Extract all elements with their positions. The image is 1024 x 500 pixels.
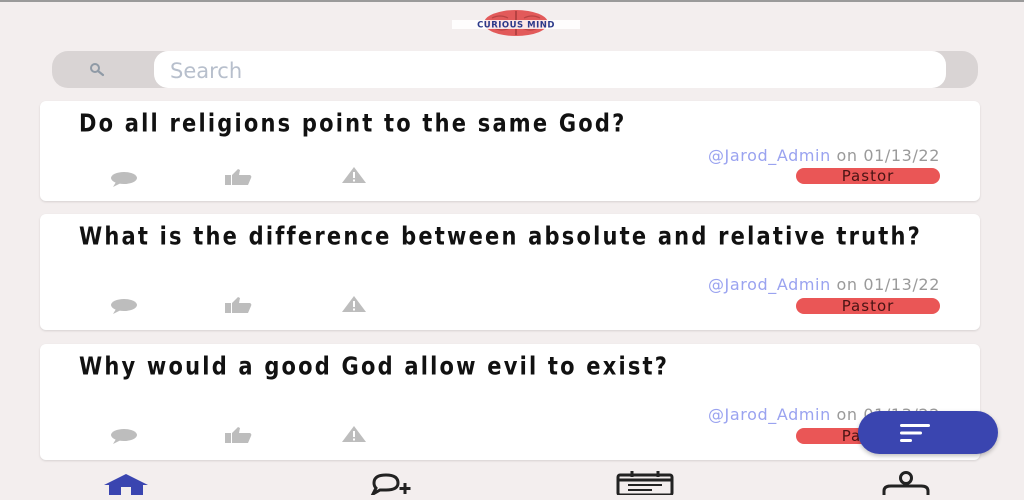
report-icon[interactable]: [326, 294, 382, 314]
comment-icon[interactable]: [96, 426, 152, 446]
svg-text:CURIOUS MIND: CURIOUS MIND: [477, 21, 555, 31]
report-icon[interactable]: [326, 165, 382, 185]
role-badge: Pastor: [796, 168, 940, 184]
question-card[interactable]: What is the difference between absolute …: [40, 214, 980, 330]
nav-profile[interactable]: [876, 469, 936, 495]
like-icon[interactable]: [210, 167, 266, 187]
post-date: on 01/13/22: [836, 146, 940, 165]
like-icon[interactable]: [210, 295, 266, 315]
ask-question-icon: [352, 473, 422, 499]
like-icon[interactable]: [210, 425, 266, 445]
search-field[interactable]: [154, 51, 946, 90]
comment-icon[interactable]: [96, 296, 152, 316]
search-bar: [52, 51, 978, 90]
question-card[interactable]: Do all religions point to the same God? …: [40, 101, 980, 201]
question-title[interactable]: Do all religions point to the same God?: [79, 111, 959, 136]
home-icon: [96, 474, 156, 499]
nav-home[interactable]: [96, 469, 156, 495]
report-icon[interactable]: [326, 424, 382, 444]
author-username[interactable]: @Jarod_Admin: [708, 275, 831, 294]
nav-calendar[interactable]: [612, 469, 678, 497]
question-meta: @Jarod_Admin on 01/13/22: [708, 275, 940, 294]
role-badge: Pastor: [796, 298, 940, 314]
search-input[interactable]: [168, 51, 932, 90]
app-logo: CURIOUS MIND: [452, 8, 580, 38]
filter-fab-button[interactable]: [858, 411, 998, 454]
question-meta: @Jarod_Admin on 01/13/22: [708, 146, 940, 165]
question-title[interactable]: What is the difference between absolute …: [79, 224, 959, 249]
bottom-nav: [0, 463, 1024, 500]
search-icon[interactable]: [84, 59, 110, 79]
author-username[interactable]: @Jarod_Admin: [708, 405, 831, 424]
nav-ask-question[interactable]: [352, 469, 422, 498]
calendar-icon: [612, 471, 678, 499]
profile-icon: [876, 471, 936, 499]
question-card[interactable]: Why would a good God allow evil to exist…: [40, 344, 980, 460]
top-border: [0, 0, 1024, 2]
post-date: on 01/13/22: [836, 275, 940, 294]
question-title[interactable]: Why would a good God allow evil to exist…: [79, 354, 959, 379]
comment-icon[interactable]: [96, 169, 152, 189]
author-username[interactable]: @Jarod_Admin: [708, 146, 831, 165]
